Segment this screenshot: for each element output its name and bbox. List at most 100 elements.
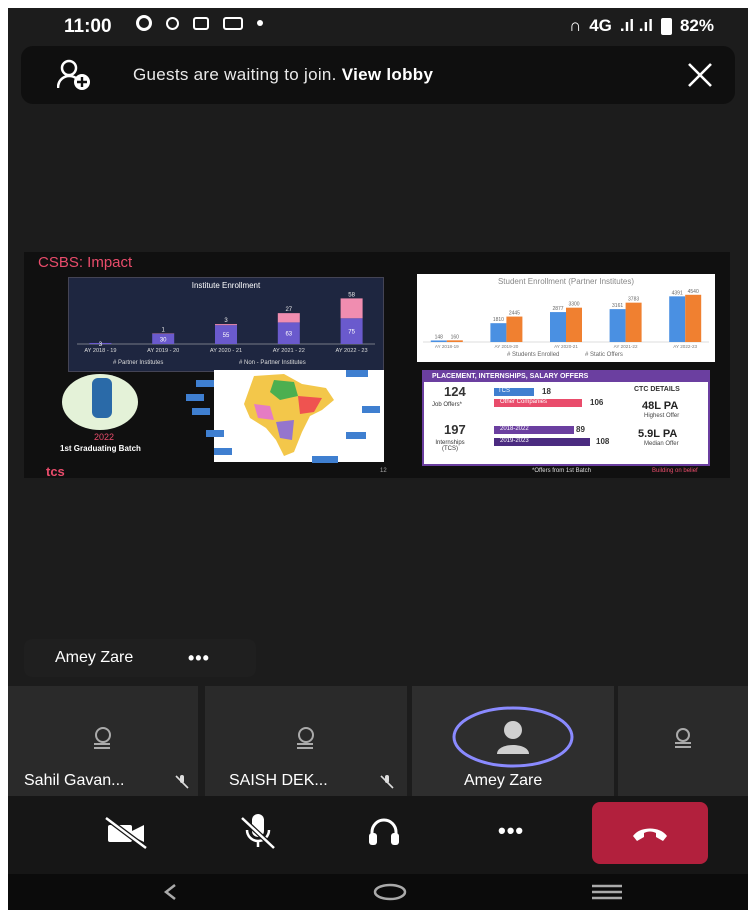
institute-enrollment-panel: Institute Enrollment 3 AY 2018 - 19 30 1 AY …	[68, 277, 384, 372]
tick-label: AY 2018 - 19	[84, 348, 116, 354]
clock: 11:00	[64, 16, 112, 37]
mic-off-icon	[175, 775, 189, 789]
job-offers-label: Job Offers*	[432, 402, 462, 408]
audio-headset-icon[interactable]	[360, 814, 408, 852]
active-speaker-name: Amey Zare	[55, 649, 134, 666]
app-icon	[223, 16, 243, 30]
participant-tile[interactable]: Sahil Gavan...	[8, 686, 198, 796]
more-options-button[interactable]: •••	[188, 648, 210, 669]
tick-label: AY 2022-23	[673, 344, 697, 349]
tcs-label: TCS	[498, 388, 510, 394]
legend-offers: # Static Offers	[585, 352, 623, 358]
end-call-button[interactable]	[592, 802, 708, 864]
bar	[430, 340, 447, 342]
headset-icon	[675, 728, 691, 748]
bar	[446, 340, 463, 342]
lobby-message: Guests are waiting to join. View lobby	[133, 65, 433, 85]
highest-value: 48L PA	[642, 400, 679, 412]
data-label: 4391	[672, 290, 683, 296]
y2-bar: 2019-2023	[494, 438, 590, 446]
headphones-status-icon: ∩	[568, 16, 582, 35]
active-speaker-pill[interactable]: Amey Zare •••	[24, 639, 256, 677]
data-label: 27	[285, 307, 292, 313]
slide-page-number: 12	[380, 468, 387, 474]
median-label: Median Offer	[644, 441, 679, 447]
participant-tile-active[interactable]: Amey Zare	[412, 686, 614, 796]
shared-screen: CSBS: Impact Institute Enrollment 3 AY 20…	[24, 252, 730, 479]
lobby-text: Guests are waiting to join.	[133, 65, 337, 84]
data-label: 63	[285, 332, 292, 338]
data-label: 58	[348, 292, 355, 298]
placement-header-bar: PLACEMENT, INTERNSHIPS, SALARY OFFERS	[424, 372, 708, 382]
y1-bar: 2018-2022	[494, 426, 574, 434]
participant-tile[interactable]	[618, 686, 748, 796]
avatar	[452, 706, 574, 768]
map-callout	[192, 408, 210, 415]
bar	[685, 294, 702, 342]
y2-label: 2019-2023	[500, 438, 529, 444]
bar	[609, 309, 626, 342]
tick-label: AY 2018-19	[435, 344, 459, 349]
y2-value: 108	[596, 437, 610, 446]
data-label: 2877	[552, 306, 563, 312]
more-notifications-icon	[257, 20, 263, 26]
data-label: 1810	[493, 317, 504, 323]
home-icon[interactable]	[372, 883, 408, 901]
status-bar: 11:00 ∩ 4G .ıl .ıl 82%	[8, 8, 748, 46]
graduate-figure-image	[92, 378, 112, 418]
participant-name: Sahil Gavan...	[24, 772, 125, 789]
map-callout	[346, 370, 368, 377]
headset-icon	[297, 727, 314, 749]
slide-footnote: *Offers from 1st Batch	[532, 468, 591, 474]
chrome-icon	[166, 16, 179, 30]
data-label: 75	[348, 330, 355, 336]
video-off-icon[interactable]	[102, 814, 150, 852]
bar	[277, 313, 300, 323]
tick-label: AY 2021-22	[614, 344, 638, 349]
data-label: 3300	[568, 302, 579, 308]
battery-percent: 82%	[679, 16, 714, 35]
map-callout	[312, 456, 338, 463]
battery-icon	[660, 17, 672, 35]
mic-off-icon[interactable]	[234, 814, 282, 852]
placement-header: PLACEMENT, INTERNSHIPS, SALARY OFFERS	[432, 373, 589, 380]
tcs-value: 18	[542, 387, 551, 396]
tick-label: AY 2019 - 20	[147, 348, 179, 354]
median-value: 5.9L PA	[638, 428, 678, 440]
network-label: 4G	[589, 16, 612, 35]
slide-tagline: Building on belief	[652, 468, 698, 474]
gallery-icon	[193, 16, 209, 30]
other-bar: Other Companies	[494, 399, 582, 407]
tcs-logo: tcs	[46, 464, 65, 479]
system-nav-bar	[8, 874, 748, 910]
view-lobby-link[interactable]: View lobby	[342, 65, 434, 84]
graduating-text: 1st Graduating Batch	[60, 444, 141, 453]
screen: 11:00 ∩ 4G .ıl .ıl 82% Guests are waitin…	[8, 8, 748, 910]
bar	[566, 307, 582, 342]
legend-partner: # Partner Institutes	[113, 360, 164, 366]
recent-apps-icon[interactable]	[590, 883, 624, 901]
data-label: 1	[162, 327, 166, 333]
bar	[340, 298, 363, 319]
hang-up-icon	[633, 828, 667, 841]
placement-panel: PLACEMENT, INTERNSHIPS, SALARY OFFERS 12…	[422, 370, 710, 466]
system-icons: ∩ 4G .ıl .ıl 82%	[569, 16, 714, 36]
bar	[550, 312, 566, 342]
participant-name: SAISH DEK...	[229, 772, 328, 789]
lobby-banner[interactable]: Guests are waiting to join. View lobby	[21, 46, 735, 104]
back-icon[interactable]	[162, 883, 178, 901]
call-controls: •••	[8, 796, 748, 874]
india-map-image	[214, 370, 384, 462]
student-enrollment-panel: Student Enrollment (Partner Institutes) …	[417, 274, 715, 362]
notification-icons	[136, 15, 263, 31]
slide-title: CSBS: Impact	[38, 254, 133, 271]
map-callout	[186, 394, 204, 401]
close-icon[interactable]	[683, 58, 717, 92]
institute-enrollment-chart: 3AY 2018 - 19301AY 2019 - 20553AY 2020 -…	[77, 292, 375, 354]
participant-name: Amey Zare	[464, 772, 543, 789]
more-button[interactable]: •••	[498, 818, 524, 844]
bar	[669, 296, 686, 342]
graduating-batch-panel: 2022 1st Graduating Batch	[46, 370, 386, 463]
participant-tile[interactable]: SAISH DEK...	[205, 686, 407, 796]
bar	[625, 302, 642, 342]
